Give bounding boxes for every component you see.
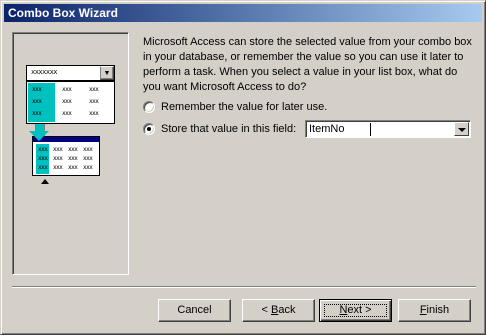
text-caret: [370, 123, 371, 136]
wizard-window: Combo Box Wizard xxxxxxx ▼ xxx xxx xxx x…: [0, 0, 486, 335]
illustration-list: xxx xxx xxx xxx xxx xxx xxx xxx xxx: [26, 81, 115, 124]
illustration-table-cell: xxx: [38, 164, 48, 171]
illustration-list-cell: xxx: [89, 86, 99, 93]
illustration-table-cell: xxx: [83, 155, 93, 162]
divider: [12, 286, 476, 288]
finish-button[interactable]: Finish: [398, 299, 471, 322]
illustration-list-cell: xxx: [32, 110, 42, 117]
illustration-table-cell: xxx: [68, 146, 78, 153]
illustration-table-cell: xxx: [53, 164, 63, 171]
back-button[interactable]: < Back: [242, 299, 315, 322]
illustration-list-cell: xxx: [89, 110, 99, 117]
illustration-table-cell: xxx: [53, 146, 63, 153]
illustration-list-cell: xxx: [62, 98, 72, 105]
back-prefix: <: [261, 304, 271, 316]
illustration-table-cell: xxx: [68, 155, 78, 162]
finish-rest: inish: [426, 304, 450, 316]
illustration-list-cell: xxx: [32, 98, 42, 105]
dropdown-button[interactable]: [454, 122, 469, 136]
title-bar[interactable]: Combo Box Wizard: [4, 4, 482, 22]
cancel-label: Cancel: [177, 304, 212, 316]
illustration-table-cell: xxx: [83, 164, 93, 171]
illustration-table-cell: xxx: [68, 164, 78, 171]
illustration-caret-icon: [41, 179, 49, 184]
window-title: Combo Box Wizard: [8, 6, 118, 20]
illustration-table: xxx xxx xxx xxx xxx xxx xxx xxx xxx xxx …: [32, 136, 100, 176]
illustration-list-cell: xxx: [89, 98, 99, 105]
illustration-table-cell: xxx: [38, 155, 48, 162]
illustration-table-cell: xxx: [38, 146, 48, 153]
store-field-value[interactable]: ItemNo: [309, 123, 344, 135]
remember-value-label[interactable]: Remember the value for later use.: [161, 101, 327, 113]
illustration-list-cell: xxx: [62, 110, 72, 117]
finish-accel: F: [419, 304, 427, 316]
radio-selected-dot: [147, 127, 151, 131]
illustration-panel: xxxxxxx ▼ xxx xxx xxx xxx xxx xxx xxx xx…: [12, 32, 129, 275]
illustration-combo-box: xxxxxxx ▼: [26, 65, 115, 81]
store-value-radio[interactable]: [143, 123, 155, 135]
back-rest: ack: [278, 304, 296, 316]
illustration-dropdown-icon: ▼: [100, 66, 114, 80]
store-field-select[interactable]: ItemNo: [305, 120, 471, 138]
store-value-label[interactable]: Store that value in this field:: [161, 123, 296, 135]
illustration-arrow-head-icon: [29, 131, 49, 141]
instructions-text: Microsoft Access can store the selected …: [143, 36, 472, 93]
cancel-button[interactable]: Cancel: [158, 299, 231, 322]
chevron-down-icon: [458, 128, 466, 132]
illustration-combo-text: xxxxxxx: [31, 68, 58, 76]
remember-value-radio[interactable]: [143, 101, 155, 113]
illustration-table-cell: xxx: [53, 155, 63, 162]
illustration-list-cell: xxx: [62, 86, 72, 93]
focus-rect: [324, 304, 387, 317]
next-button[interactable]: Next >: [319, 299, 392, 322]
illustration-list-cell: xxx: [32, 86, 42, 93]
illustration-table-cell: xxx: [83, 146, 93, 153]
